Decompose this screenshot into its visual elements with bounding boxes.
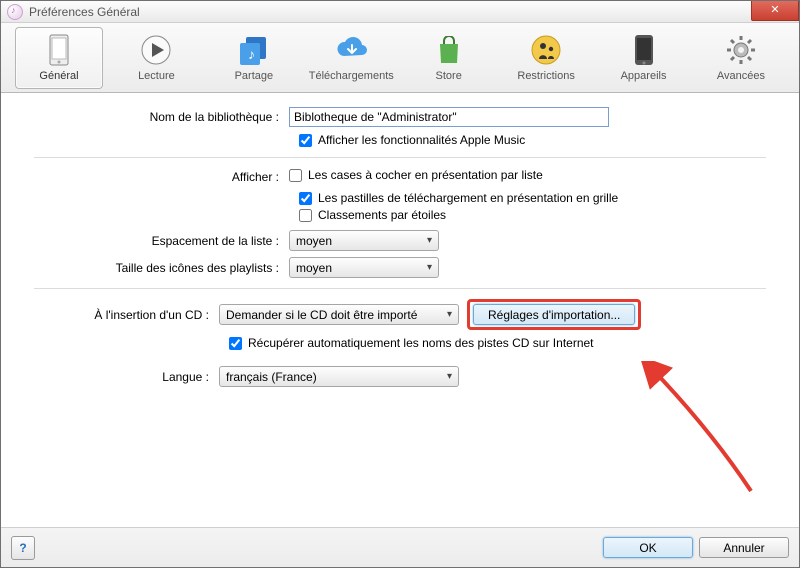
tab-label: Lecture: [138, 70, 175, 82]
content-panel: Nom de la bibliothèque : Afficher les fo…: [1, 93, 799, 527]
tab-label: Téléchargements: [309, 70, 394, 82]
cancel-label: Annuler: [723, 541, 764, 555]
library-name-label: Nom de la bibliothèque :: [19, 110, 289, 124]
list-checkboxes-checkbox[interactable]: [289, 169, 302, 182]
itunes-app-icon: [7, 4, 23, 20]
tab-store[interactable]: Store: [405, 27, 493, 89]
fetch-names-label: Récupérer automatiquement les noms des p…: [248, 336, 594, 350]
tab-playback[interactable]: Lecture: [112, 27, 200, 89]
list-spacing-select[interactable]: moyen: [289, 230, 439, 251]
close-button[interactable]: ✕: [751, 1, 799, 21]
language-label: Langue :: [19, 370, 219, 384]
display-label: Afficher :: [19, 170, 289, 184]
help-icon: ?: [19, 541, 26, 555]
star-ratings-label: Classements par étoiles: [318, 208, 446, 222]
star-ratings-checkbox[interactable]: [299, 209, 312, 222]
playlist-icon-size-label: Taille des icônes des playlists :: [19, 261, 289, 275]
tab-restrictions[interactable]: Restrictions: [502, 27, 590, 89]
tab-downloads[interactable]: Téléchargements: [307, 27, 395, 89]
highlight-box: Réglages d'importation...: [467, 299, 641, 330]
cd-insert-select[interactable]: Demander si le CD doit être importé: [219, 304, 459, 325]
sharing-icon: ♪: [238, 34, 270, 66]
shopping-bag-icon: [433, 34, 465, 66]
phone-icon: [43, 34, 75, 66]
cd-insert-label: À l'insertion d'un CD :: [19, 308, 219, 322]
cancel-button[interactable]: Annuler: [699, 537, 789, 558]
tab-label: Avancées: [717, 70, 765, 82]
list-spacing-label: Espacement de la liste :: [19, 234, 289, 248]
apple-music-checkbox[interactable]: [299, 134, 312, 147]
cd-insert-value: Demander si le CD doit être importé: [226, 308, 417, 322]
preferences-window: Préférences Général ✕ Général Lecture ♪ …: [0, 0, 800, 568]
apple-music-label: Afficher les fonctionnalités Apple Music: [318, 133, 525, 147]
footer: ? OK Annuler: [1, 527, 799, 567]
separator: [34, 157, 766, 158]
grid-badges-label: Les pastilles de téléchargement en prése…: [318, 191, 618, 205]
ok-button[interactable]: OK: [603, 537, 693, 558]
import-settings-button[interactable]: Réglages d'importation...: [473, 304, 635, 325]
library-name-input[interactable]: [289, 107, 609, 127]
help-button[interactable]: ?: [11, 536, 35, 560]
tab-label: Appareils: [621, 70, 667, 82]
ok-label: OK: [639, 541, 656, 555]
cloud-download-icon: [335, 34, 367, 66]
tab-label: Restrictions: [517, 70, 574, 82]
play-icon: [140, 34, 172, 66]
device-icon: [628, 34, 660, 66]
tab-label: Store: [436, 70, 462, 82]
svg-text:♪: ♪: [248, 46, 255, 62]
tab-sharing[interactable]: ♪ Partage: [210, 27, 298, 89]
fetch-names-checkbox[interactable]: [229, 337, 242, 350]
playlist-icon-size-select[interactable]: moyen: [289, 257, 439, 278]
tab-advanced[interactable]: Avancées: [697, 27, 785, 89]
list-checkboxes-label: Les cases à cocher en présentation par l…: [308, 168, 543, 182]
gear-icon: [725, 34, 757, 66]
close-icon: ✕: [770, 4, 779, 16]
tab-general[interactable]: Général: [15, 27, 103, 89]
tab-devices[interactable]: Appareils: [600, 27, 688, 89]
playlist-icon-size-value: moyen: [296, 261, 332, 275]
window-title: Préférences Général: [29, 5, 140, 19]
import-settings-label: Réglages d'importation...: [488, 308, 620, 322]
language-select[interactable]: français (France): [219, 366, 459, 387]
tab-label: Général: [39, 70, 78, 82]
grid-badges-checkbox[interactable]: [299, 192, 312, 205]
titlebar: Préférences Général ✕: [1, 1, 799, 23]
toolbar: Général Lecture ♪ Partage Téléchargement…: [1, 23, 799, 93]
parental-icon: [530, 34, 562, 66]
list-spacing-value: moyen: [296, 234, 332, 248]
language-value: français (France): [226, 370, 317, 384]
separator: [34, 288, 766, 289]
tab-label: Partage: [235, 70, 274, 82]
